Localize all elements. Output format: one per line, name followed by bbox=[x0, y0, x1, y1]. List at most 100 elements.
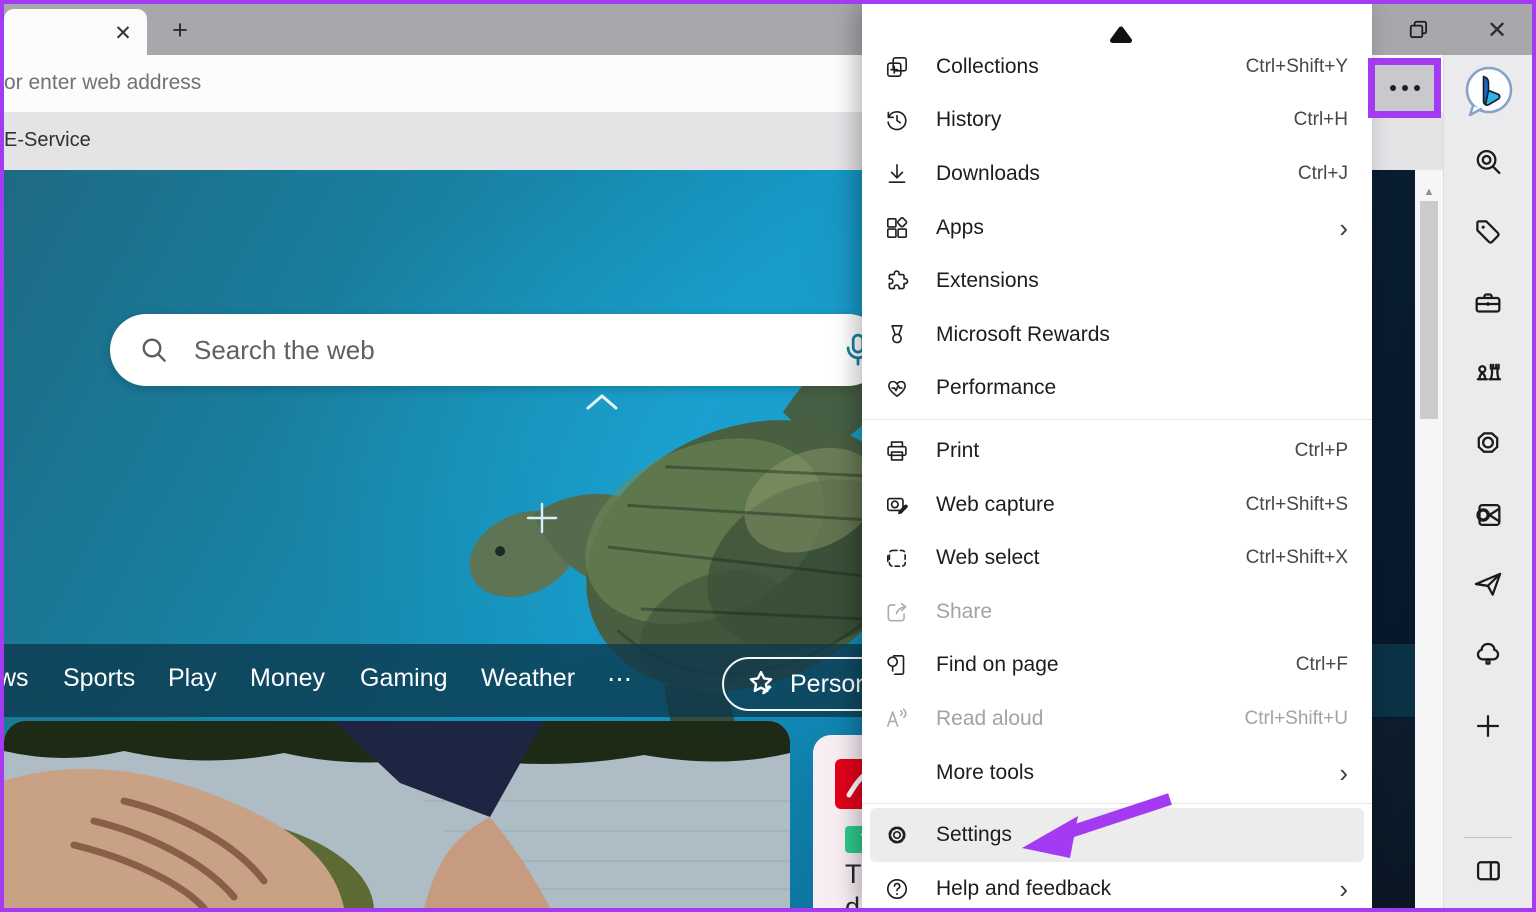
menu-item-extensions[interactable]: Extensions bbox=[862, 254, 1372, 308]
sidebar-item-tools[interactable] bbox=[1468, 283, 1508, 323]
download-icon bbox=[884, 159, 928, 189]
nav-item-news[interactable]: ws bbox=[4, 664, 29, 693]
menu-item-label: Collections bbox=[936, 55, 1246, 79]
menu-item-label: Extensions bbox=[936, 269, 1348, 293]
menu-item-print[interactable]: Print Ctrl+P bbox=[862, 424, 1372, 478]
new-tab-button[interactable]: + bbox=[164, 14, 196, 46]
nav-item-sports[interactable]: Sports bbox=[63, 664, 135, 693]
menu-item-microsoft-rewards[interactable]: Microsoft Rewards bbox=[862, 308, 1372, 362]
nav-item-gaming[interactable]: Gaming bbox=[360, 664, 448, 693]
help-icon bbox=[884, 874, 928, 904]
submenu-chevron-icon: › bbox=[1339, 760, 1348, 786]
tag-icon bbox=[1471, 215, 1505, 249]
bookmark-item[interactable]: E-Service bbox=[4, 129, 91, 152]
menu-item-downloads[interactable]: Downloads Ctrl+J bbox=[862, 147, 1372, 201]
menu-item-shortcut: Ctrl+Shift+X bbox=[1246, 547, 1348, 569]
share-icon bbox=[884, 597, 928, 627]
search-sidebar-icon bbox=[1471, 145, 1505, 179]
photo-hands-turtle bbox=[4, 721, 790, 908]
web-capture-icon bbox=[884, 490, 928, 520]
star-pencil-icon bbox=[744, 667, 778, 701]
menu-item-web-select[interactable]: Web select Ctrl+Shift+X bbox=[862, 531, 1372, 585]
performance-icon bbox=[884, 373, 928, 403]
nav-item-weather[interactable]: Weather bbox=[481, 664, 575, 693]
tree-icon bbox=[1471, 638, 1505, 672]
menu-item-label: History bbox=[936, 108, 1294, 132]
submenu-chevron-icon: › bbox=[1339, 876, 1348, 902]
sidebar-add-button[interactable] bbox=[1468, 706, 1508, 746]
menu-separator bbox=[862, 419, 1372, 420]
card-title-line2: d bbox=[845, 892, 860, 908]
scrollbar-up-arrow[interactable]: ▲ bbox=[1415, 184, 1443, 200]
nav-item-play[interactable]: Play bbox=[168, 664, 217, 693]
browser-window: ✕ + ✕ or enter web address E-Service bbox=[4, 4, 1532, 908]
menu-item-label: Apps bbox=[936, 216, 1339, 240]
menu-item-shortcut: Ctrl+P bbox=[1295, 440, 1348, 462]
blank-icon-space bbox=[884, 758, 928, 788]
sidebar-item-outlook[interactable] bbox=[1468, 495, 1508, 535]
menu-item-find-on-page[interactable]: Find on page Ctrl+F bbox=[862, 639, 1372, 693]
read-aloud-icon bbox=[884, 704, 928, 734]
mouse-cursor bbox=[1108, 26, 1134, 44]
menu-item-performance[interactable]: Performance bbox=[862, 362, 1372, 416]
nav-more-ellipsis[interactable]: ⋯ bbox=[607, 664, 632, 694]
menu-item-web-capture[interactable]: Web capture Ctrl+Shift+S bbox=[862, 478, 1372, 532]
plus-icon bbox=[1471, 709, 1505, 743]
menu-item-help-and-feedback[interactable]: Help and feedback › bbox=[862, 862, 1372, 908]
more-options-dot[interactable] bbox=[1414, 85, 1420, 91]
bing-icon bbox=[1460, 63, 1518, 121]
news-photo-card[interactable] bbox=[4, 721, 790, 908]
menu-item-label: Downloads bbox=[936, 162, 1298, 186]
tab-close-button[interactable]: ✕ bbox=[110, 20, 136, 46]
sidebar-item-search[interactable] bbox=[1468, 142, 1508, 182]
active-tab[interactable]: ✕ bbox=[4, 9, 147, 55]
hexagon-app-icon bbox=[1471, 427, 1505, 461]
scrollbar[interactable]: ▲ bbox=[1415, 170, 1443, 908]
menu-item-shortcut: Ctrl+H bbox=[1294, 109, 1348, 131]
menu-item-history[interactable]: History Ctrl+H bbox=[862, 94, 1372, 148]
annotation-highlight-box bbox=[1368, 58, 1441, 118]
sidebar-item-designer[interactable] bbox=[1468, 424, 1508, 464]
rewards-icon bbox=[884, 320, 928, 350]
sidebar-customize-button[interactable] bbox=[1468, 850, 1508, 890]
menu-item-collections[interactable]: Collections Ctrl+Shift+Y bbox=[862, 40, 1372, 94]
sidebar-item-shopping[interactable] bbox=[1468, 212, 1508, 252]
sidebar-separator bbox=[1464, 837, 1512, 838]
more-options-dot[interactable] bbox=[1390, 85, 1396, 91]
window-close-button[interactable]: ✕ bbox=[1480, 14, 1514, 46]
menu-item-shortcut: Ctrl+Shift+Y bbox=[1246, 56, 1348, 78]
menu-item-label: Web capture bbox=[936, 493, 1246, 517]
side-panel-icon bbox=[1471, 853, 1505, 887]
sidebar-item-tree[interactable] bbox=[1468, 635, 1508, 675]
menu-item-apps[interactable]: Apps › bbox=[862, 201, 1372, 255]
scrollbar-thumb[interactable] bbox=[1420, 201, 1438, 419]
outlook-icon bbox=[1471, 498, 1505, 532]
add-shortcut-icon[interactable] bbox=[524, 500, 560, 536]
find-on-page-icon bbox=[884, 650, 928, 680]
menu-item-shortcut: Ctrl+F bbox=[1296, 654, 1348, 676]
edge-sidebar bbox=[1443, 55, 1532, 908]
search-placeholder: Search the web bbox=[194, 335, 375, 366]
menu-item-shortcut: Ctrl+Shift+S bbox=[1246, 494, 1348, 516]
sidebar-item-games[interactable] bbox=[1468, 354, 1508, 394]
menu-item-label: Read aloud bbox=[936, 707, 1245, 731]
history-icon bbox=[884, 105, 928, 135]
scroll-up-chevron-icon[interactable] bbox=[582, 392, 622, 412]
menu-item-label: Microsoft Rewards bbox=[936, 323, 1348, 347]
chess-games-icon bbox=[1471, 357, 1505, 391]
apps-icon bbox=[884, 213, 928, 243]
window-restore-button[interactable] bbox=[1402, 14, 1436, 46]
search-box[interactable]: Search the web bbox=[110, 314, 884, 386]
screenshot-frame: ✕ + ✕ or enter web address E-Service bbox=[0, 0, 1536, 912]
more-options-dot[interactable] bbox=[1402, 85, 1408, 91]
extensions-icon bbox=[884, 266, 928, 296]
menu-item-shortcut: Ctrl+J bbox=[1298, 163, 1348, 185]
menu-item-share: Share bbox=[862, 585, 1372, 639]
submenu-chevron-icon: › bbox=[1339, 215, 1348, 241]
nav-item-money[interactable]: Money bbox=[250, 664, 325, 693]
sidebar-item-messaging[interactable] bbox=[1468, 565, 1508, 605]
menu-item-label: Share bbox=[936, 600, 1348, 624]
paper-plane-icon bbox=[1471, 568, 1505, 602]
sidebar-item-bing-discover[interactable] bbox=[1460, 63, 1518, 121]
menu-item-label: Performance bbox=[936, 376, 1348, 400]
